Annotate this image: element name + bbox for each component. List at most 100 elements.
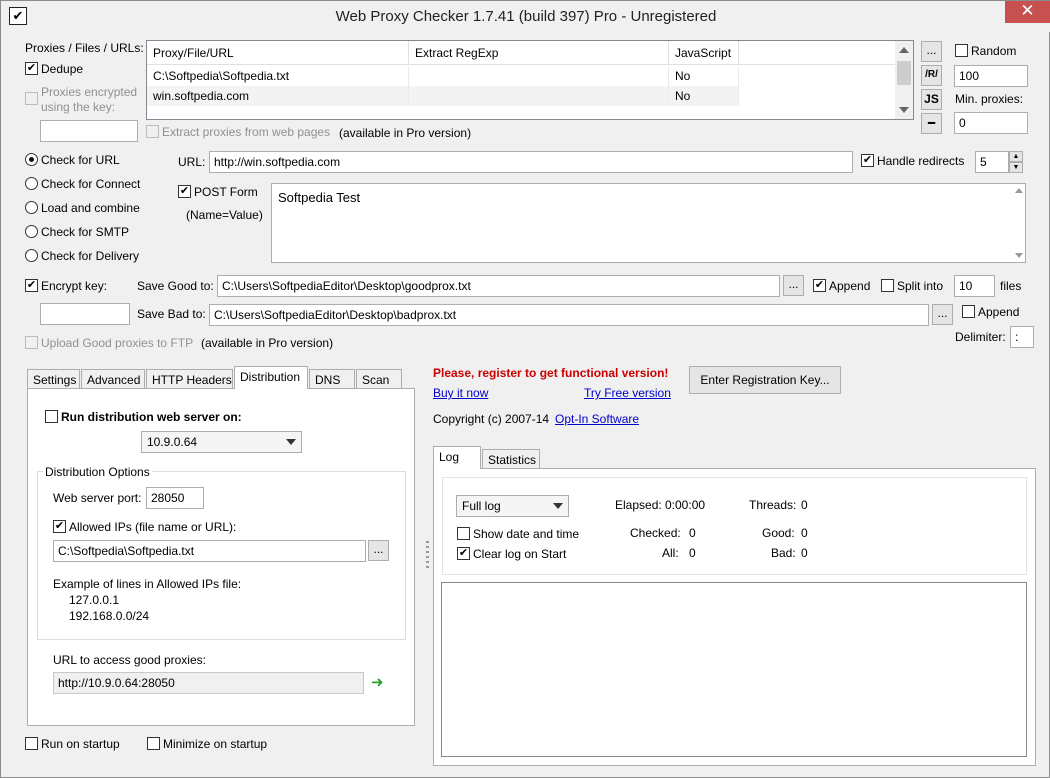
scroll-down-icon[interactable]	[899, 107, 909, 113]
encrypt-key-input[interactable]	[40, 303, 130, 325]
allowed-ips-checkbox[interactable]: ✔	[53, 520, 66, 533]
title-bar[interactable]: ✔ Web Proxy Checker 1.7.41 (build 397) P…	[1, 1, 1050, 32]
handle-redirects-checkbox[interactable]: ✔	[861, 154, 874, 167]
split-checkbox[interactable]	[881, 279, 894, 292]
go-arrow-icon[interactable]: ➜	[371, 673, 384, 691]
decrypt-key-input[interactable]	[40, 120, 138, 142]
all-value: 0	[689, 546, 696, 560]
redirects-input[interactable]: 5	[975, 151, 1009, 173]
remove-item-button[interactable]: ━	[921, 113, 942, 134]
clear-log-checkbox[interactable]: ✔	[457, 547, 470, 560]
table-scrollbar[interactable]	[895, 41, 913, 119]
close-button[interactable]: ✕	[1005, 1, 1050, 23]
post-form-textarea[interactable]: Softpedia Test	[271, 183, 1026, 263]
mode-label-delivery: Check for Delivery	[41, 249, 140, 263]
allowed-ips-input[interactable]: C:\Softpedia\Softpedia.txt	[53, 540, 366, 562]
extract-pro-note: (available in Pro version)	[339, 126, 472, 140]
distribution-options-title: Distribution Options	[43, 465, 152, 479]
mode-radio-delivery[interactable]	[25, 249, 38, 262]
textarea-scroll-down-icon[interactable]	[1015, 253, 1023, 258]
url-input[interactable]: http://win.softpedia.com	[209, 151, 853, 173]
good-url-input[interactable]: http://10.9.0.64:28050	[53, 672, 364, 694]
clear-log-label: Clear log on Start	[473, 547, 567, 561]
column-header-regexp[interactable]: Extract RegExp	[409, 41, 669, 65]
split-count-input[interactable]: 10	[954, 275, 995, 297]
table-row-cell[interactable]: C:\Softpedia\Softpedia.txt	[147, 66, 409, 86]
show-date-label: Show date and time	[473, 527, 580, 541]
allowed-ips-label: Allowed IPs (file name or URL):	[69, 520, 237, 534]
enter-key-button[interactable]: Enter Registration Key...	[689, 366, 841, 394]
spin-down-icon[interactable]: ▼	[1009, 162, 1023, 173]
extract-web-checkbox[interactable]	[146, 125, 159, 138]
add-item-button[interactable]: ...	[921, 41, 942, 62]
encrypted-checkbox[interactable]	[25, 92, 38, 105]
save-bad-input[interactable]: C:\Users\SoftpediaEditor\Desktop\badprox…	[209, 304, 929, 326]
column-header-javascript[interactable]: JavaScript	[669, 41, 739, 65]
mode-label-smtp: Check for SMTP	[41, 225, 130, 239]
column-header-proxy[interactable]: Proxy/File/URL	[147, 41, 409, 65]
append-bad-label: Append	[978, 305, 1020, 319]
table-row-cell[interactable]	[409, 66, 669, 86]
save-good-label: Save Good to:	[137, 279, 214, 293]
tab-http-headers[interactable]: HTTP Headers	[146, 369, 233, 389]
browse-allowed-button[interactable]: ...	[368, 540, 389, 561]
run-server-checkbox[interactable]	[45, 410, 58, 423]
company-link[interactable]: Opt-In Software	[555, 412, 639, 426]
tab-settings[interactable]: Settings	[27, 369, 80, 389]
mode-radio-url[interactable]	[25, 153, 38, 166]
copyright-text: Copyright (c) 2007-14	[433, 412, 550, 426]
register-warning: Please, register to get functional versi…	[433, 366, 669, 380]
tab-scan[interactable]: Scan	[356, 369, 402, 389]
tab-advanced[interactable]: Advanced	[81, 369, 145, 389]
show-date-checkbox[interactable]	[457, 527, 470, 540]
regex-button[interactable]: /R/	[921, 65, 942, 86]
run-server-label: Run distribution web server on:	[61, 410, 242, 424]
mode-radio-load[interactable]	[25, 201, 38, 214]
port-input[interactable]: 28050	[146, 487, 204, 509]
browse-bad-button[interactable]: ...	[932, 304, 953, 325]
tab-log[interactable]: Log	[433, 446, 481, 469]
server-ip-select[interactable]: 10.9.0.64	[141, 431, 302, 453]
proxy-list-table[interactable]: Proxy/File/URL Extract RegExp JavaScript…	[146, 40, 914, 120]
javascript-button[interactable]: JS	[921, 89, 942, 110]
save-good-input[interactable]: C:\Users\SoftpediaEditor\Desktop\goodpro…	[217, 275, 780, 297]
log-mode-select[interactable]: Full log	[456, 495, 569, 517]
textarea-scroll-up-icon[interactable]	[1015, 188, 1023, 193]
try-free-link[interactable]: Try Free version	[584, 386, 671, 400]
tab-dns[interactable]: DNS	[309, 369, 355, 389]
random-count-input[interactable]: 100	[954, 65, 1028, 87]
append-bad-checkbox[interactable]	[962, 305, 975, 318]
threads-label: Threads:	[749, 498, 797, 512]
example-line-1: 127.0.0.1	[69, 593, 120, 607]
run-startup-checkbox[interactable]	[25, 737, 38, 750]
tab-statistics[interactable]: Statistics	[482, 449, 540, 469]
table-row-cell[interactable]: win.softpedia.com	[147, 86, 409, 106]
append-good-checkbox[interactable]: ✔	[813, 279, 826, 292]
random-checkbox[interactable]	[955, 44, 968, 57]
scroll-up-icon[interactable]	[899, 47, 909, 53]
upload-ftp-checkbox[interactable]	[25, 336, 38, 349]
table-row-cell[interactable]: No	[669, 66, 739, 86]
post-form-value: Softpedia Test	[278, 190, 361, 205]
spin-up-icon[interactable]: ▲	[1009, 151, 1023, 162]
tab-distribution[interactable]: Distribution	[234, 366, 308, 389]
delimiter-input[interactable]: :	[1010, 326, 1034, 348]
encrypt-key-checkbox[interactable]: ✔	[25, 279, 38, 292]
mode-radio-smtp[interactable]	[25, 225, 38, 238]
browse-good-button[interactable]: ...	[783, 275, 804, 296]
min-proxies-input[interactable]: 0	[954, 112, 1028, 134]
append-good-label: Append	[829, 279, 871, 293]
mode-label-connect: Check for Connect	[41, 177, 141, 191]
table-row-cell[interactable]	[409, 86, 669, 106]
buy-now-link[interactable]: Buy it now	[433, 386, 488, 400]
mode-radio-connect[interactable]	[25, 177, 38, 190]
scroll-thumb[interactable]	[897, 61, 911, 85]
splitter-grip[interactable]	[426, 541, 429, 571]
dedupe-checkbox[interactable]: ✔	[25, 62, 38, 75]
post-form-checkbox[interactable]: ✔	[178, 185, 191, 198]
chevron-down-icon	[286, 439, 296, 445]
table-row-cell[interactable]: No	[669, 86, 739, 106]
minimize-startup-checkbox[interactable]	[147, 737, 160, 750]
server-ip-value: 10.9.0.64	[147, 435, 198, 449]
log-output-area[interactable]	[441, 582, 1027, 757]
